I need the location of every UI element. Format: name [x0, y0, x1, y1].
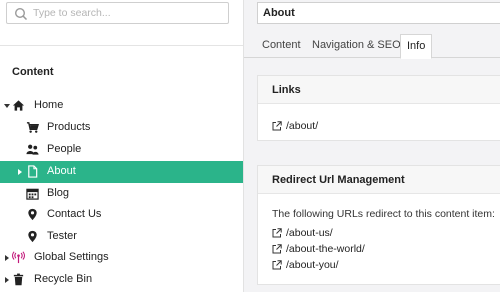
- link-item[interactable]: /about/: [258, 118, 500, 134]
- tab-navigation-seo[interactable]: Navigation & SEO: [306, 34, 407, 58]
- tree-item-home[interactable]: Home: [0, 95, 243, 117]
- tree-item-label: Blog: [47, 187, 70, 199]
- content-tree-panel: Content Home Products People About: [0, 0, 243, 292]
- tree-section-title: Content: [12, 66, 54, 78]
- people-icon: [26, 144, 39, 155]
- redirect-link-item[interactable]: /about-you/: [258, 257, 500, 273]
- search-box[interactable]: [6, 2, 229, 24]
- link-text: /about-us/: [286, 227, 333, 239]
- tree-item-about[interactable]: About: [0, 161, 243, 183]
- location-pin-icon: [28, 208, 37, 221]
- search-input[interactable]: [33, 6, 223, 20]
- external-link-icon: [272, 244, 282, 254]
- tree-item-recycle-bin[interactable]: Recycle Bin: [0, 269, 243, 291]
- tree-item-people[interactable]: People: [0, 139, 243, 161]
- editor-tabs: Content Navigation & SEO Info: [244, 34, 500, 59]
- caret-right-icon[interactable]: [3, 276, 11, 284]
- tree-item-label: Recycle Bin: [34, 273, 93, 285]
- links-card: Links /about/: [257, 75, 500, 141]
- tab-content[interactable]: Content: [256, 34, 307, 58]
- redirect-link-item[interactable]: /about-us/: [258, 225, 500, 241]
- document-icon: [28, 165, 38, 178]
- home-icon: [12, 100, 25, 111]
- tree-item-label: People: [47, 143, 82, 155]
- external-link-icon: [272, 260, 282, 270]
- tree-item-label: Contact Us: [47, 208, 102, 220]
- link-text: /about/: [286, 120, 319, 132]
- caret-right-icon[interactable]: [3, 254, 11, 262]
- cart-icon: [26, 122, 39, 133]
- tree-item-label: Tester: [47, 230, 77, 242]
- caret-down-icon[interactable]: [3, 102, 11, 110]
- tree-item-label: About: [47, 165, 76, 177]
- redirect-card-title: Redirect Url Management: [258, 166, 500, 194]
- tree-item-contact-us[interactable]: Contact Us: [0, 204, 243, 226]
- trash-icon: [13, 273, 24, 286]
- tree-item-label: Home: [34, 99, 64, 111]
- location-pin-icon: [28, 230, 37, 243]
- external-link-icon: [272, 121, 282, 131]
- calendar-icon: [26, 188, 39, 200]
- redirect-url-card: Redirect Url Management The following UR…: [257, 165, 500, 285]
- content-name-input[interactable]: [257, 2, 500, 24]
- redirect-description: The following URLs redirect to this cont…: [272, 208, 495, 220]
- caret-right-icon[interactable]: [16, 168, 24, 176]
- link-text: /about-the-world/: [286, 243, 365, 255]
- tree-item-label: Products: [47, 121, 91, 133]
- tree-item-blog[interactable]: Blog: [0, 183, 243, 205]
- search-icon: [14, 7, 28, 21]
- links-card-title: Links: [258, 76, 500, 104]
- broadcast-icon: [12, 251, 25, 264]
- tree-item-products[interactable]: Products: [0, 117, 243, 139]
- tab-info[interactable]: Info: [400, 34, 433, 59]
- link-text: /about-you/: [286, 259, 339, 271]
- tree-item-tester[interactable]: Tester: [0, 226, 243, 248]
- redirect-link-item[interactable]: /about-the-world/: [258, 241, 500, 257]
- divider: [0, 45, 243, 46]
- tree-item-global-settings[interactable]: Global Settings: [0, 247, 243, 269]
- editor-panel: Content Navigation & SEO Info Links /abo…: [243, 0, 500, 292]
- tree-item-label: Global Settings: [34, 251, 109, 263]
- external-link-icon: [272, 228, 282, 238]
